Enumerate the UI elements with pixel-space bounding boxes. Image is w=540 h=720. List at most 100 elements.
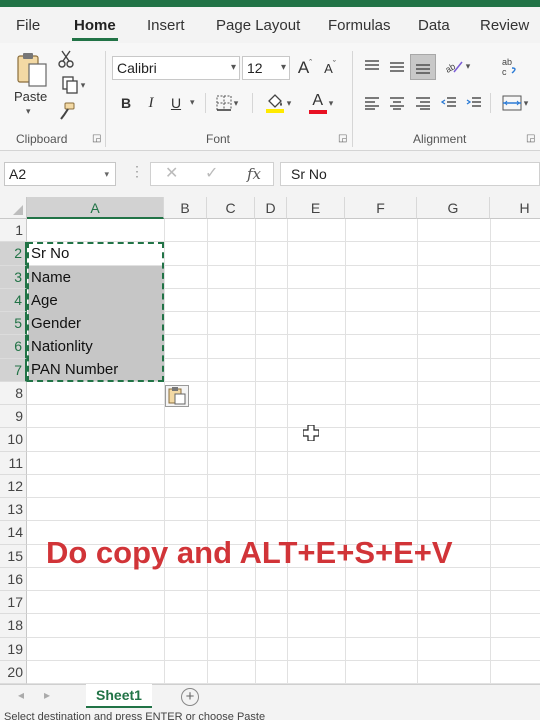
sheet-tab-bar: ◂ ▸ Sheet1 + [0, 684, 540, 709]
row-header-5[interactable]: 5 [0, 312, 27, 336]
cut-icon[interactable] [56, 49, 76, 69]
font-name-select[interactable]: Calibri ▾ [112, 56, 240, 80]
row-header-14[interactable]: 14 [0, 521, 27, 545]
row-header-1[interactable]: 1 [0, 219, 27, 243]
merge-center-icon[interactable]: ▾ [496, 91, 534, 115]
sheet-tab-sheet1[interactable]: Sheet1 [86, 684, 152, 709]
grow-font-label: A [297, 58, 310, 77]
tab-review[interactable]: Review [480, 17, 529, 34]
copy-marquee [27, 242, 164, 382]
next-sheet-icon[interactable]: ▸ [44, 688, 50, 702]
row-header-13[interactable]: 13 [0, 498, 27, 522]
wrap-text-icon[interactable]: ab c [498, 53, 522, 79]
fill-color-icon[interactable]: ▾ [260, 90, 296, 116]
caret-down-icon: ˇ [332, 59, 336, 69]
gridline [27, 636, 540, 638]
increase-indent-icon[interactable] [464, 92, 484, 114]
column-header-c[interactable]: C [207, 197, 255, 219]
worksheet-grid[interactable]: A B C D E F G H 1 2 3 4 5 6 7 8 9 10 11 12 13 14 15 16 1… [0, 197, 540, 684]
ribbon-tabs: File Home Insert Page Layout Formulas Da… [0, 7, 540, 43]
row-header-8[interactable]: 8 [0, 381, 27, 405]
font-size-value: 12 [247, 60, 263, 76]
underline-button[interactable]: U [168, 92, 184, 114]
gridline [287, 219, 288, 684]
copy-icon[interactable]: ▾ [56, 75, 90, 95]
cancel-icon[interactable]: ✕ [165, 163, 178, 185]
alignment-launcher-icon[interactable]: ◲ [526, 133, 535, 144]
borders-icon[interactable]: ▾ [212, 92, 242, 114]
italic-button[interactable]: I [143, 92, 159, 114]
add-sheet-icon[interactable]: + [181, 688, 199, 706]
align-top-icon[interactable] [362, 55, 382, 77]
row-header-6[interactable]: 6 [0, 335, 27, 359]
row-header-11[interactable]: 11 [0, 451, 27, 475]
paste-options-button[interactable] [165, 385, 189, 407]
svg-text:c: c [502, 67, 507, 76]
more-icon[interactable]: ⋮ [130, 163, 144, 180]
tab-home[interactable]: Home [74, 17, 116, 34]
row-header-10[interactable]: 10 [0, 428, 27, 452]
font-size-select[interactable]: 12 ▾ [242, 56, 290, 80]
row-header-2[interactable]: 2 [0, 242, 27, 266]
gridline [27, 497, 540, 498]
format-painter-icon[interactable] [56, 101, 78, 121]
chevron-down-icon: ▾ [280, 62, 286, 73]
chevron-down-icon[interactable]: ▾ [190, 97, 195, 108]
gridline [164, 219, 165, 684]
row-header-18[interactable]: 18 [0, 614, 27, 638]
row-header-12[interactable]: 12 [0, 474, 27, 498]
row-header-15[interactable]: 15 [0, 544, 27, 568]
tab-data[interactable]: Data [418, 17, 450, 34]
formula-input[interactable]: Sr No [280, 162, 540, 186]
row-header-17[interactable]: 17 [0, 591, 27, 615]
orientation-icon[interactable]: ab ▾ [441, 55, 473, 77]
column-header-h[interactable]: H [490, 197, 540, 219]
row-header-20[interactable]: 20 [0, 660, 27, 684]
row-header-3[interactable]: 3 [0, 265, 27, 289]
gridline [27, 590, 540, 591]
enter-icon[interactable]: ✓ [205, 163, 218, 185]
row-header-19[interactable]: 19 [0, 637, 27, 661]
align-center-icon[interactable] [387, 92, 407, 114]
column-header-f[interactable]: F [345, 197, 417, 219]
align-right-icon[interactable] [413, 92, 433, 114]
tab-formulas[interactable]: Formulas [328, 17, 391, 34]
select-all-button[interactable] [0, 197, 27, 219]
formula-bar: A2 ▾ ⋮ ✕ ✓ fx Sr No [0, 151, 540, 197]
prev-sheet-icon[interactable]: ◂ [18, 688, 24, 702]
gridline [490, 219, 491, 684]
grow-font-button[interactable]: Aˆ [295, 56, 315, 80]
align-bottom-icon[interactable] [410, 54, 436, 80]
font-launcher-icon[interactable]: ◲ [338, 133, 347, 144]
row-header-9[interactable]: 9 [0, 405, 27, 429]
chevron-down-icon: ▾ [230, 62, 236, 73]
tab-page-layout[interactable]: Page Layout [216, 17, 300, 34]
row-header-7[interactable]: 7 [0, 358, 27, 382]
divider [490, 93, 491, 113]
column-header-e[interactable]: E [287, 197, 345, 219]
name-box-value: A2 [9, 166, 27, 182]
name-box[interactable]: A2 ▾ [4, 162, 116, 186]
column-header-b[interactable]: B [164, 197, 207, 219]
paste-dropdown-icon[interactable]: ▾ [26, 106, 31, 117]
tab-insert[interactable]: Insert [147, 17, 185, 34]
active-tab-indicator [72, 38, 118, 41]
column-header-d[interactable]: D [255, 197, 287, 219]
paste-label[interactable]: Paste [14, 89, 47, 104]
insert-function-icon[interactable]: fx [247, 163, 261, 185]
row-header-4[interactable]: 4 [0, 288, 27, 312]
column-header-a[interactable]: A [27, 197, 164, 219]
row-header-16[interactable]: 16 [0, 567, 27, 591]
align-left-icon[interactable] [362, 92, 382, 114]
tab-file[interactable]: File [16, 17, 40, 34]
bold-button[interactable]: B [118, 92, 134, 114]
paste-options-icon [168, 387, 186, 405]
caret-up-icon: ˆ [309, 58, 313, 68]
paste-icon[interactable] [14, 49, 50, 89]
shrink-font-button[interactable]: Aˇ [320, 56, 340, 80]
column-header-g[interactable]: G [417, 197, 490, 219]
font-color-button[interactable]: A ▾ [303, 90, 339, 116]
decrease-indent-icon[interactable] [439, 92, 459, 114]
clipboard-launcher-icon[interactable]: ◲ [92, 133, 101, 144]
align-middle-icon[interactable] [387, 55, 407, 77]
